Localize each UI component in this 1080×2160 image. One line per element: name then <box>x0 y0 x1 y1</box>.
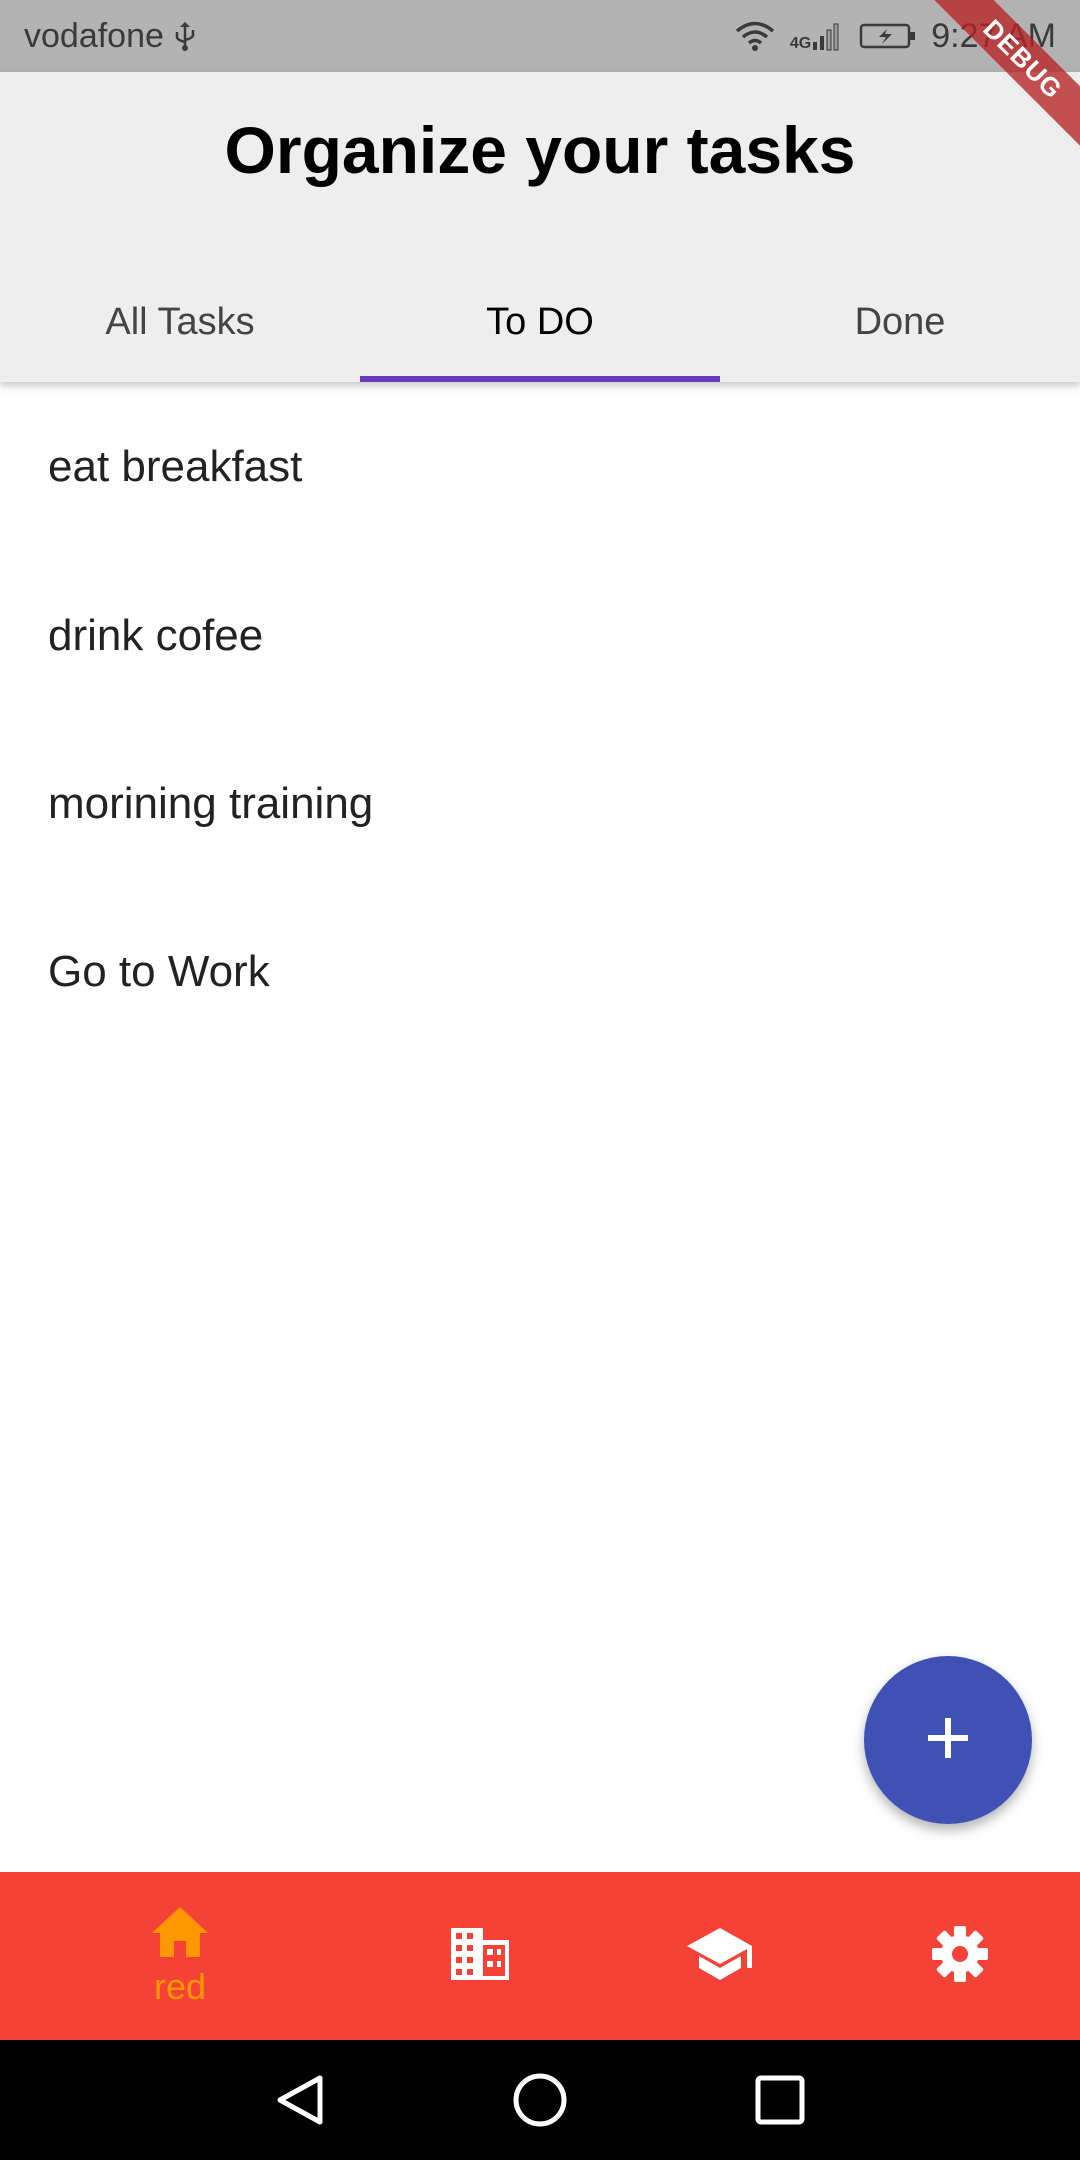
bottom-navigation: red <box>0 1872 1080 2040</box>
battery-charging-icon <box>859 21 917 51</box>
list-item[interactable]: drink cofee <box>0 552 1080 720</box>
network-type: 4G <box>789 35 812 52</box>
system-navigation-bar <box>0 2040 1080 2160</box>
nav-item-home[interactable]: red <box>120 1872 240 2040</box>
add-task-button[interactable] <box>864 1656 1032 1824</box>
list-item[interactable]: eat breakfast <box>0 382 1080 552</box>
task-title: Go to Work <box>48 947 270 996</box>
screen: vodafone 4G DEBUG Organize your tasks Al… <box>0 0 1080 2160</box>
settings-icon <box>930 1924 990 1989</box>
nav-item-school[interactable] <box>660 1872 780 2040</box>
list-item[interactable]: morining training <box>0 720 1080 888</box>
task-title: morining training <box>48 779 374 828</box>
task-title: eat breakfast <box>48 442 303 491</box>
nav-label: red <box>153 1965 207 2007</box>
cellular-signal-icon: 4G <box>790 19 845 53</box>
app-bar: Organize your tasks All Tasks To DO Done <box>0 72 1080 382</box>
tab-to-do[interactable]: To DO <box>360 262 720 382</box>
task-title: drink cofee <box>48 611 264 660</box>
tab-indicator <box>360 376 720 382</box>
status-left: vodafone <box>24 0 196 72</box>
list-item[interactable]: Go to Work <box>0 888 1080 1056</box>
tab-done[interactable]: Done <box>720 262 1080 382</box>
plus-icon <box>924 1714 972 1767</box>
recents-icon[interactable] <box>740 2060 820 2140</box>
tab-label: All Tasks <box>105 300 255 343</box>
page-title: Organize your tasks <box>224 113 856 187</box>
business-icon <box>449 1926 511 1987</box>
tab-bar: All Tasks To DO Done <box>0 262 1080 382</box>
home-circle-icon[interactable] <box>500 2060 580 2140</box>
tab-all-tasks[interactable]: All Tasks <box>0 262 360 382</box>
task-list: eat breakfast drink cofee morining train… <box>0 382 1080 1056</box>
back-icon[interactable] <box>260 2060 340 2140</box>
nav-item-business[interactable] <box>420 1872 540 2040</box>
tab-label: To DO <box>486 300 594 343</box>
nav-item-settings[interactable] <box>900 1872 1020 2040</box>
wifi-icon <box>734 20 776 52</box>
home-icon <box>150 1905 210 1964</box>
school-icon <box>685 1926 755 1987</box>
usb-icon <box>174 20 196 52</box>
carrier-name: vodafone <box>24 16 164 55</box>
tab-label: Done <box>854 300 946 343</box>
status-bar: vodafone 4G <box>0 0 1080 72</box>
